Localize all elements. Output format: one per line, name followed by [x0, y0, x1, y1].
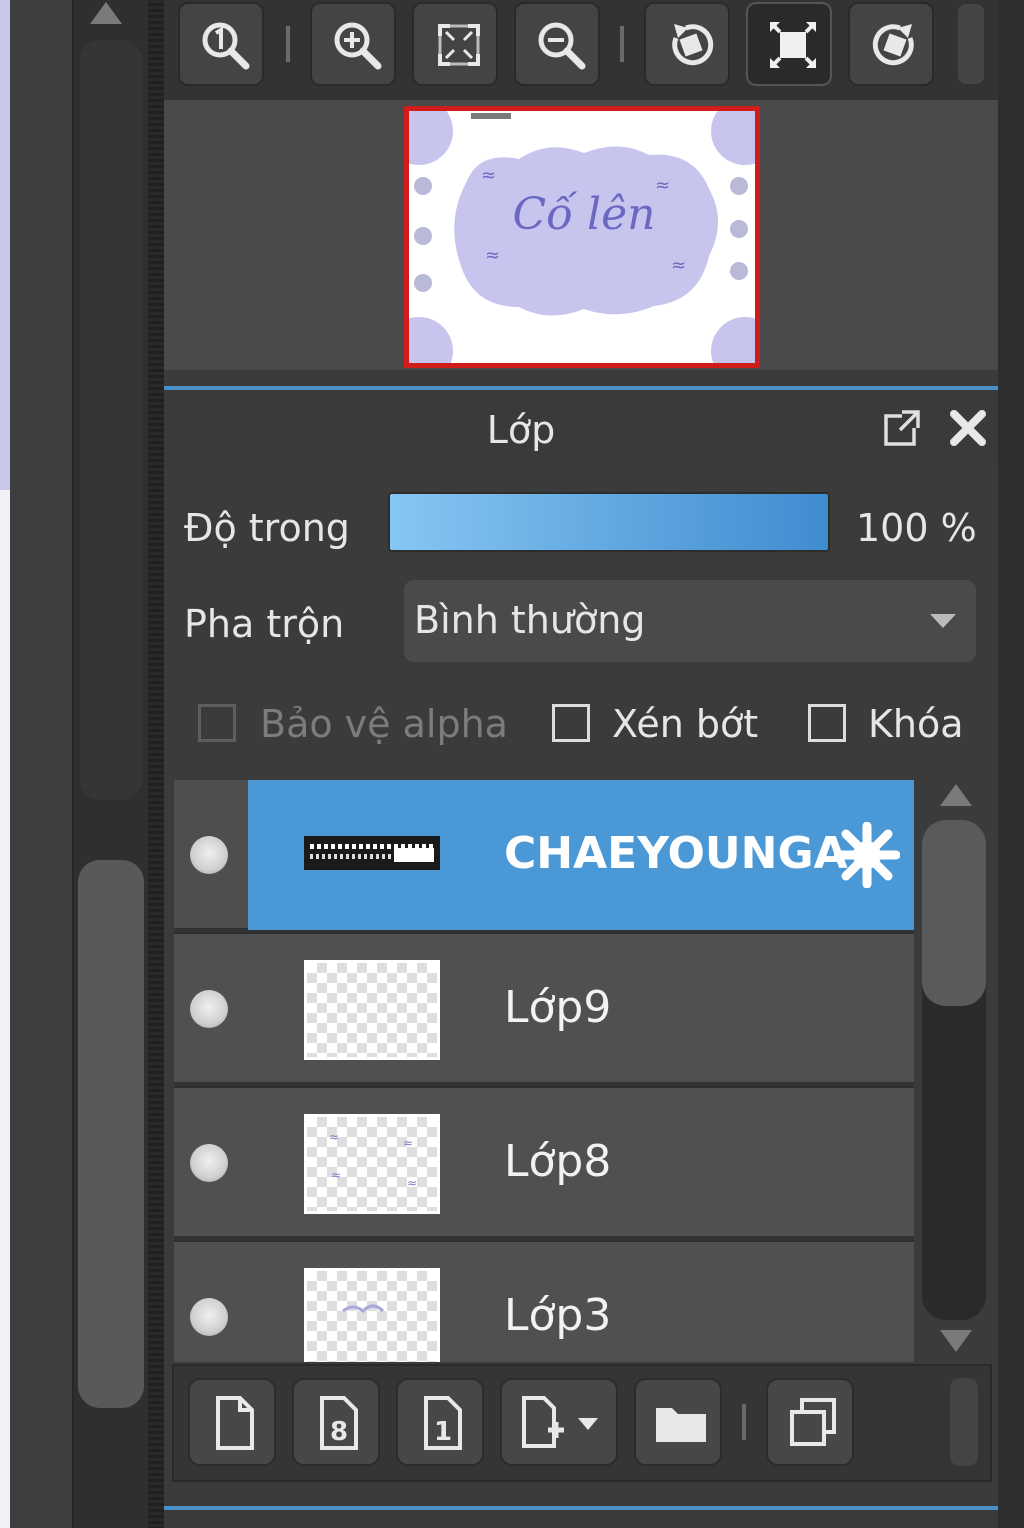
- blend-mode-label: Pha trộn: [184, 602, 345, 646]
- right-edge: [998, 0, 1024, 1528]
- chevron-down-icon: [930, 614, 956, 628]
- duplicate-layer-button[interactable]: [766, 1378, 854, 1466]
- reset-view-button[interactable]: [746, 2, 832, 86]
- lock-label: Khóa: [868, 702, 964, 746]
- fit-to-window-button[interactable]: [412, 2, 498, 86]
- snowflake-icon: [834, 822, 900, 888]
- svg-text:≈: ≈: [485, 245, 500, 266]
- canvas-preview[interactable]: Cố lên ≈ ≈ ≈ ≈: [404, 106, 760, 368]
- panel-title: Lớp: [486, 408, 556, 452]
- navigator-panel: Cố lên ≈ ≈ ≈ ≈: [164, 100, 998, 370]
- visibility-toggle[interactable]: [190, 1144, 228, 1182]
- layer-list: CHAEYOUNGA Lớp9 ≈ ≈ ≈ ≈ Lớp8 Lớp3: [174, 780, 914, 1362]
- canvas-thumbnail: Cố lên ≈ ≈ ≈ ≈: [409, 111, 755, 363]
- panel-splitter[interactable]: [148, 0, 164, 1528]
- new-8bit-layer-button[interactable]: 8: [292, 1378, 380, 1466]
- canvas-edge: [0, 0, 10, 1528]
- opacity-slider[interactable]: [388, 492, 830, 552]
- svg-text:≈: ≈: [655, 175, 670, 196]
- rotate-right-button[interactable]: [848, 2, 934, 86]
- svg-text:≈: ≈: [481, 165, 496, 186]
- layer-row[interactable]: Lớp9: [174, 934, 914, 1086]
- svg-text:8: 8: [330, 1417, 348, 1447]
- visibility-toggle[interactable]: [190, 836, 228, 874]
- blend-mode-value: Bình thường: [414, 598, 646, 642]
- lock-checkbox[interactable]: [808, 704, 846, 742]
- 1bit-layer-icon: 1: [424, 1396, 462, 1450]
- add-special-layer-button[interactable]: [500, 1378, 618, 1466]
- zoom-actual-size-icon: [202, 22, 250, 70]
- layer-name[interactable]: Lớp3: [504, 1290, 611, 1341]
- add-layer-dropdown-icon: [522, 1396, 598, 1448]
- rotate-left-button[interactable]: [644, 2, 730, 86]
- visibility-toggle[interactable]: [190, 1298, 228, 1336]
- layer-panel-header: Lớp: [164, 386, 998, 470]
- next-panel-edge: [164, 1506, 998, 1528]
- popout-icon[interactable]: [880, 408, 922, 450]
- layer-thumbnail: ≈ ≈ ≈ ≈: [304, 1114, 440, 1214]
- layer-row[interactable]: ≈ ≈ ≈ ≈ Lớp8: [174, 1088, 914, 1240]
- preview-text: Cố lên: [512, 189, 655, 240]
- scroll-up-arrow-icon[interactable]: [940, 784, 972, 806]
- layer-thumbnail: [304, 836, 440, 870]
- new-layer-button[interactable]: [188, 1378, 276, 1466]
- layer-thumbnail: [304, 1268, 440, 1362]
- scrollbar-thumb[interactable]: [922, 820, 986, 1006]
- new-page-icon: [216, 1396, 254, 1450]
- blend-mode-select[interactable]: Bình thường: [404, 580, 976, 662]
- layer-row[interactable]: CHAEYOUNGA: [174, 780, 914, 932]
- close-icon[interactable]: [948, 408, 988, 448]
- visibility-toggle[interactable]: [190, 990, 228, 1028]
- reset-rotation-icon: [770, 22, 816, 68]
- navigator-toolbar: [164, 0, 998, 100]
- layer-name[interactable]: Lớp8: [504, 1136, 611, 1187]
- svg-text:≈: ≈: [671, 255, 686, 276]
- duplicate-icon: [790, 1398, 836, 1446]
- new-folder-button[interactable]: [634, 1378, 722, 1466]
- rotate-right-icon: [872, 24, 914, 66]
- svg-text:≈: ≈: [407, 1176, 417, 1190]
- svg-text:1: 1: [434, 1417, 452, 1447]
- svg-text:≈: ≈: [403, 1136, 413, 1150]
- layer-row[interactable]: Lớp3: [174, 1242, 914, 1362]
- layer-list-scrollbar[interactable]: [918, 780, 990, 1362]
- layer-toolbar: 8 1: [172, 1364, 992, 1482]
- protect-alpha-checkbox[interactable]: [198, 704, 236, 742]
- folder-icon: [656, 1408, 706, 1442]
- zoom-out-icon: [538, 22, 586, 70]
- clipping-label: Xén bớt: [612, 702, 759, 746]
- zoom-in-icon: [334, 22, 382, 70]
- rotate-left-icon: [672, 24, 714, 66]
- clipping-checkbox[interactable]: [552, 704, 590, 742]
- outer-scrollbar-thumb[interactable]: [78, 860, 144, 1408]
- 8bit-layer-icon: 8: [320, 1396, 358, 1450]
- zoom-out-button[interactable]: [514, 2, 600, 86]
- fit-window-icon: [438, 24, 480, 66]
- new-1bit-layer-button[interactable]: 1: [396, 1378, 484, 1466]
- opacity-value: 100 %: [856, 506, 977, 550]
- actual-size-button[interactable]: [178, 2, 264, 86]
- opacity-label: Độ trong: [184, 506, 350, 550]
- svg-text:≈: ≈: [331, 1168, 341, 1182]
- svg-text:≈: ≈: [329, 1130, 339, 1144]
- zoom-in-button[interactable]: [310, 2, 396, 86]
- scroll-down-arrow-icon[interactable]: [940, 1330, 972, 1352]
- protect-alpha-label: Bảo vệ alpha: [260, 702, 508, 746]
- scroll-up-arrow-icon[interactable]: [90, 2, 122, 24]
- outer-scrollbar[interactable]: [10, 0, 152, 1528]
- layer-name[interactable]: Lớp9: [504, 982, 611, 1033]
- layer-name[interactable]: CHAEYOUNGA: [504, 828, 848, 879]
- layer-thumbnail: [304, 960, 440, 1060]
